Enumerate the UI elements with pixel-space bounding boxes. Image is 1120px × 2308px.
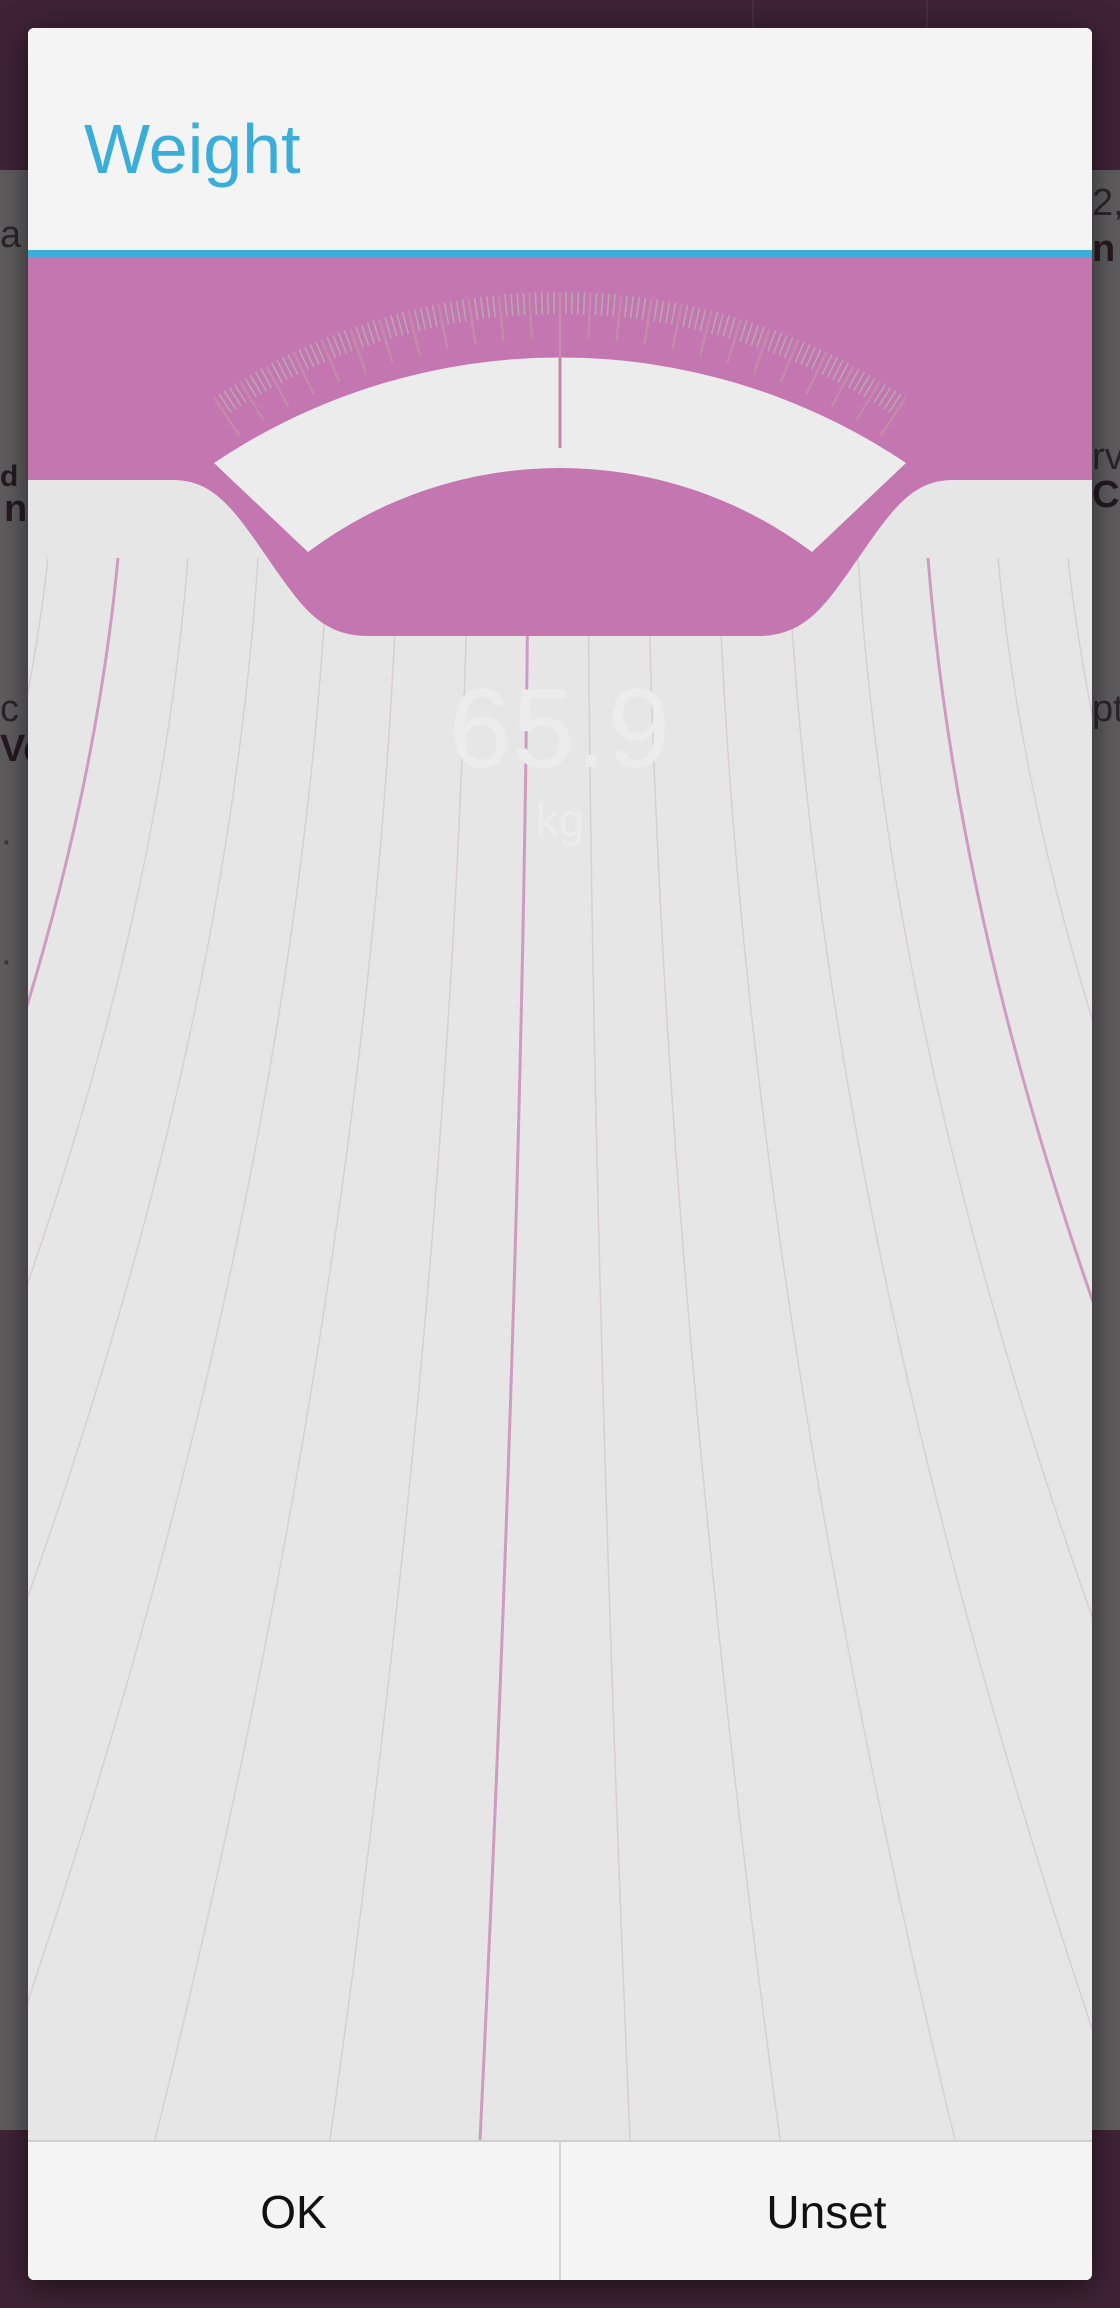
background-text-fragment: a: [0, 214, 22, 256]
toolbar-divider: [926, 0, 928, 30]
unset-button[interactable]: Unset: [561, 2142, 1092, 2280]
background-text-fragment: d: [0, 460, 19, 493]
background-text-fragment: rv: [1092, 436, 1120, 478]
scale-line: [717, 557, 956, 2140]
ok-button[interactable]: OK: [28, 2142, 559, 2280]
scale-line: [329, 557, 469, 2140]
scale-line: [28, 557, 329, 2004]
scale-line: [787, 557, 1092, 2031]
weight-scale[interactable]: 65.9 kg: [28, 258, 1092, 2140]
scale-line: [857, 557, 1092, 1619]
toolbar-divider: [752, 0, 754, 30]
scale-line: [587, 557, 631, 2140]
background-text-fragment: c: [0, 688, 19, 730]
scale-line: [28, 557, 259, 1599]
scale-drawing[interactable]: [28, 258, 1092, 2140]
background-text-fragment: 2,: [1092, 182, 1120, 224]
dialog-title: Weight: [84, 110, 301, 188]
scale-line: [28, 557, 189, 1285]
dial-tick: [534, 292, 538, 315]
background-text-fragment: n: [1092, 228, 1116, 270]
scale-line: [926, 557, 1092, 1304]
background-text-fragment: n: [4, 488, 28, 530]
background-text-fragment: Cl: [1092, 474, 1120, 516]
scale-line: [28, 557, 49, 696]
weight-dialog: Weight 65.9 kg OK Unset: [28, 28, 1092, 2280]
scale-line: [478, 557, 530, 2140]
dialog-footer: OK Unset: [28, 2140, 1092, 2280]
dial-tick: [540, 292, 544, 315]
background-text-fragment: pt: [1092, 688, 1120, 730]
scale-line: [1067, 557, 1092, 718]
dialog-header: Weight: [28, 28, 1092, 252]
scale-line: [647, 557, 781, 2140]
scale-line: [997, 557, 1092, 1021]
dial-tick: [582, 292, 586, 315]
header-divider: [28, 250, 1092, 258]
scale-line: [28, 557, 120, 1008]
scale-fan-lines: [28, 557, 1092, 2140]
dial-tick: [576, 292, 580, 315]
